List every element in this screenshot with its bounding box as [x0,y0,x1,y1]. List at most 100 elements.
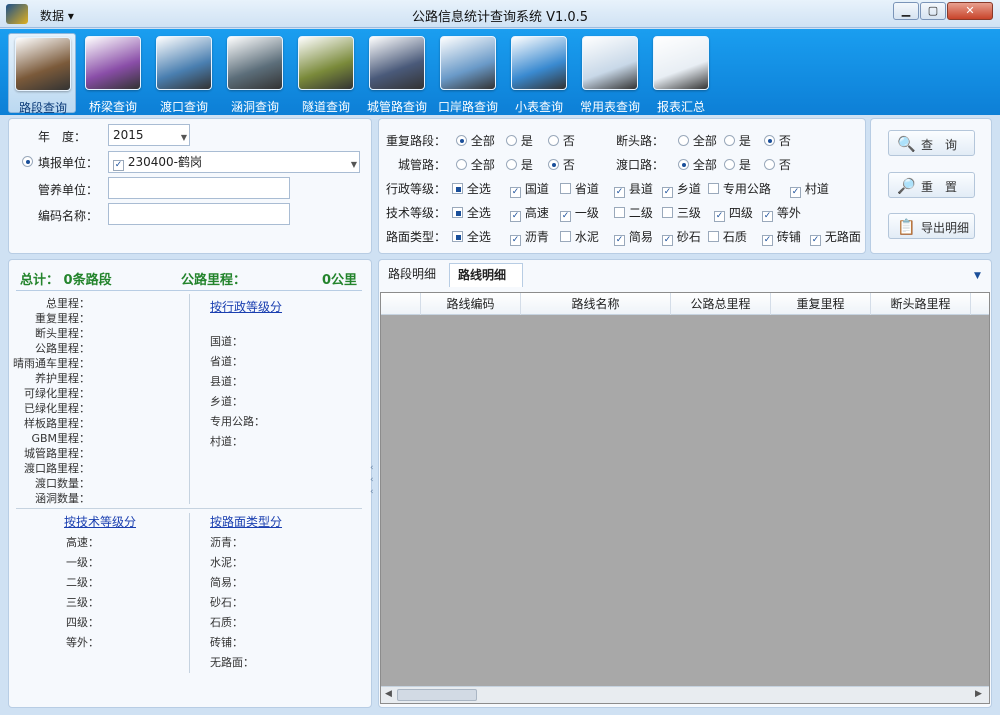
magnifier-icon: 🔎 [897,177,916,195]
repeat-option[interactable]: 是 [506,132,533,149]
surface-option[interactable]: ✓ 无路面 [810,228,861,246]
tech-option[interactable]: 全选 [452,204,491,221]
horizontal-scrollbar[interactable]: ◀ ▶ [381,686,989,703]
deadend-option[interactable]: 否 [764,132,791,149]
admin-group-link[interactable]: 按行政等级分 [210,298,282,315]
export-button[interactable]: 📋 导出明细 [888,213,975,239]
admin-option[interactable]: ✓ 乡道 [662,180,701,198]
admin-option[interactable]: ✓ 县道 [614,180,653,198]
col-route-name[interactable]: 路线名称 [521,293,671,315]
ferry-option-label: 全部 [692,158,717,172]
admin_items-item: 乡道： [210,395,243,408]
surface-option[interactable]: ✓ 砂石 [662,228,701,246]
maximize-button[interactable]: ▢ [920,2,946,20]
ferry-option[interactable]: 是 [724,156,751,173]
scroll-thumb[interactable] [397,689,477,701]
mileage-label: 公路里程： [181,273,247,288]
surface-option[interactable]: 水泥 [560,228,599,245]
tab-route-detail[interactable]: 路线明细 [449,263,523,287]
tech-option[interactable]: 三级 [662,204,701,221]
ribbon-8-button[interactable]: 常用表查询 [576,33,644,114]
admin-option-label: 乡道 [676,182,701,196]
city-option[interactable]: 全部 [456,156,495,173]
radio-icon [678,159,689,170]
search-icon: 🔍 [897,135,916,153]
col-deadend-mileage[interactable]: 断头路里程 [871,293,971,315]
admin-option[interactable]: 专用公路 [708,180,771,197]
ribbon-9-button[interactable]: 报表汇总 [647,33,715,114]
checkbox-icon [560,231,571,242]
reset-button[interactable]: 🔎 重 置 [888,172,975,198]
unit-radio[interactable] [22,155,33,169]
admin-option[interactable]: 省道 [560,180,599,197]
ferry-option[interactable]: 全部 [678,156,717,173]
ribbon-thumbnail-icon [440,36,496,90]
admin_items-item: 国道： [210,335,243,348]
radio-icon [764,135,775,146]
surface-option-label: 砂石 [676,230,701,244]
checkbox-icon: ✓ [614,235,625,246]
deadend-option[interactable]: 全部 [678,132,717,149]
tech-group-link[interactable]: 按技术等级分 [64,513,136,530]
ribbon-0-button[interactable]: 路段查询 [8,33,76,115]
data-grid[interactable] [380,292,990,704]
repeat-option[interactable]: 否 [548,132,575,149]
tech-option[interactable]: 二级 [614,204,653,221]
admin_items-item: 专用公路： [210,415,265,428]
ribbon-thumbnail-icon [15,37,71,91]
unit-select[interactable]: ✓ 230400-鹤岗 ▼ [108,151,360,173]
surface-option[interactable]: 石质 [708,228,747,245]
city-option[interactable]: 是 [506,156,533,173]
tab-dropdown-icon[interactable]: ▼ [974,271,981,281]
mgmt-input[interactable] [108,177,290,199]
ribbon-3-button[interactable]: 涵洞查询 [221,33,289,114]
ribbon-2-button[interactable]: 渡口查询 [150,33,218,114]
code-input[interactable] [108,203,290,225]
surface-option[interactable]: 全选 [452,228,491,245]
year-value: 2015 [113,128,144,142]
col-repeat-mileage[interactable]: 重复里程 [771,293,871,315]
select-all-icon [452,183,463,194]
ribbon-7-button[interactable]: 小表查询 [505,33,573,114]
mileage-value: 0公里 [322,273,358,288]
radio-icon [506,159,517,170]
close-button[interactable]: ✕ [947,2,993,20]
tech-option[interactable]: ✓ 高速 [510,204,549,222]
splitter-collapse-icon[interactable]: ‹ ‹ ‹ [370,462,374,498]
tech-option[interactable]: ✓ 一级 [560,204,599,222]
surface-option[interactable]: ✓ 简易 [614,228,653,246]
tech-option[interactable]: ✓ 等外 [762,204,801,222]
col-route-code[interactable]: 路线编码 [421,293,521,315]
surface_items-item: 简易： [210,576,243,589]
scroll-right-icon[interactable]: ▶ [975,689,982,699]
ribbon-5-button[interactable]: 城管路查询 [363,33,431,114]
unit-label: 填报单位： [38,156,99,170]
surface-option[interactable]: ✓ 砖铺 [762,228,801,246]
tech-option-label: 一级 [574,206,599,220]
code-label: 编码名称： [38,209,99,223]
tab-segment-detail[interactable]: 路段明细 [380,263,444,287]
divider [189,513,190,673]
deadend-option[interactable]: 是 [724,132,751,149]
repeat-option[interactable]: 全部 [456,132,495,149]
query-button[interactable]: 🔍 查 询 [888,130,975,156]
ferry-option[interactable]: 否 [764,156,791,173]
city-option[interactable]: 否 [548,156,575,173]
tech-option[interactable]: ✓ 四级 [714,204,753,222]
minimize-button[interactable]: ▁ [893,2,919,20]
admin_items-item: 村道： [210,435,243,448]
col-total-mileage[interactable]: 公路总里程 [671,293,771,315]
year-select[interactable]: 2015 ▼ [108,124,190,146]
ribbon-1-button[interactable]: 桥梁查询 [79,33,147,114]
repeat-label: 重复路段： [386,134,447,148]
surface-option[interactable]: ✓ 沥青 [510,228,549,246]
ribbon-thumbnail-icon [227,36,283,90]
admin-option[interactable]: ✓ 村道 [790,180,829,198]
scroll-left-icon[interactable]: ◀ [385,689,392,699]
ribbon-4-button[interactable]: 隧道查询 [292,33,360,114]
admin-option[interactable]: ✓ 国道 [510,180,549,198]
admin-option[interactable]: 全选 [452,180,491,197]
surface-group-link[interactable]: 按路面类型分 [210,513,282,530]
ribbon-6-button[interactable]: 口岸路查询 [434,33,502,114]
surface_items-item: 无路面： [210,656,254,669]
